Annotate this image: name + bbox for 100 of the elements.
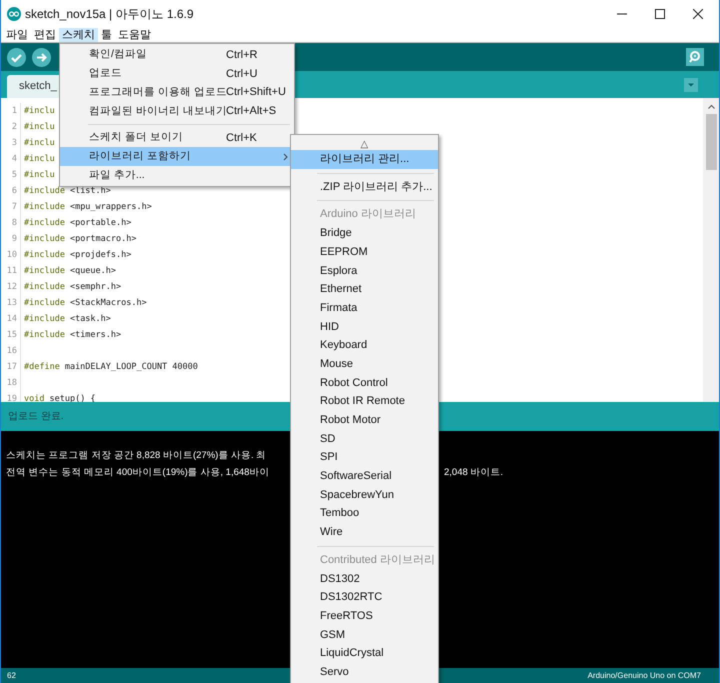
line-number: 14 [6,312,18,326]
code-keyword: #define [24,360,60,374]
line-number: 7 [10,200,18,214]
code-text: <portmacro.h> [70,232,136,246]
code-keyword: #include [24,312,65,326]
line-number: 12 [6,280,18,294]
line-number: 16 [6,344,18,358]
line-number: 13 [6,296,18,310]
code-text: <task.h> [70,312,111,326]
scroll-up-arrow[interactable]: △ [360,140,368,150]
line-number: 9 [10,232,18,246]
code-text: <StackMacros.h> [70,296,147,310]
shortcut-text: Ctrl+U [226,66,258,82]
board-status: Arduino/Genuino Uno on COM7 [588,670,701,682]
menu-item[interactable]: Robot Control [291,374,438,392]
upload-button[interactable] [32,48,51,66]
menu-item[interactable]: Robot Motor [291,410,438,430]
menu-item[interactable]: 확인/컴파일 Ctrl+R [60,46,294,65]
code-keyword: #include [24,264,65,278]
menu-title[interactable]: 편집 [31,28,59,42]
code-text: mainDELAY_LOOP_COUNT 40000 [64,360,198,374]
line-number: 19 [6,392,18,402]
code-keyword: #include [24,184,65,198]
menu-title[interactable]: 도움말 [115,28,154,42]
line-number: 2 [10,120,18,134]
infinity-logo-icon [7,7,21,21]
code-text: <timers.h> [70,328,122,342]
code-keyword: #include [24,232,65,246]
menu-item[interactable]: Robot IR Remote [291,392,438,411]
menu-item[interactable]: 파일 추가... [60,166,294,185]
menu-item[interactable]: Ethernet [291,280,438,299]
menu-item[interactable]: DS1302RTC [291,588,438,607]
menu-item[interactable]: SD [291,430,438,448]
shortcut-text: Ctrl+Shift+U [226,85,286,100]
menu-item[interactable]: 컴파일된 바이너리 내보내기Ctrl+Alt+S [60,102,294,121]
code-keyword: #include [24,280,65,294]
console-text: 2,048 바이트. [444,466,504,480]
menu-item[interactable]: GSM [291,626,438,644]
code-keyword: #include [24,328,65,342]
line-number: 3 [10,136,18,150]
shortcut-text: Ctrl+K [226,130,257,146]
code-keyword: #include [24,248,65,262]
code-keyword: #inclu [24,120,55,134]
menu-item[interactable]: Temboo [291,504,438,524]
console-text: 전역 변수는 동적 메모리 400바이트(19%)를 사용, 1,648바이 [6,466,270,478]
scroll-up-icon[interactable] [708,104,714,109]
menu-item[interactable]: 라이브러리 관리... [291,150,438,169]
menu-item[interactable]: SpacebrewYun [291,486,438,504]
code-text: <mpu_wrappers.h> [70,200,152,214]
menu-item[interactable]: EEPROM [291,242,438,262]
menu-item[interactable]: Firmata [291,298,438,318]
menu-item[interactable]: Mouse [291,354,438,374]
status-message: 업로드 완료. [8,410,64,424]
chevron-right-icon [283,152,288,161]
menu-title[interactable]: 파일 [3,28,31,42]
code-keyword: #inclu [24,104,55,118]
menu-item[interactable]: DS1302 [291,569,438,588]
menu-item[interactable]: Bridge [291,224,438,243]
shortcut-text: Ctrl+Alt+S [226,104,276,120]
code-keyword: #include [24,296,65,310]
verify-button[interactable] [7,48,26,66]
line-number: 8 [10,216,18,230]
close-icon[interactable] [693,9,703,19]
menu-title[interactable]: 툴 [98,28,115,42]
line-number-status: 62 [7,670,16,682]
dropdown-button[interactable] [684,78,698,92]
menu-item[interactable]: Servo [291,662,438,682]
menu-item[interactable]: LiquidCrystal [291,644,438,663]
menu-title[interactable]: 스케치 [59,28,98,42]
line-number: 1 [10,104,18,118]
menu-item[interactable]: SPI [291,448,438,467]
scroll-thumb[interactable] [706,114,716,170]
menu-item[interactable]: Wire [291,523,438,542]
menu-item[interactable]: 스케치 폴더 보이기 Ctrl+K [60,128,294,148]
maximize-icon[interactable] [655,9,665,19]
line-number: 4 [10,152,18,166]
code-keyword: void [24,392,44,402]
scrollbar[interactable] [703,98,719,402]
code-keyword: #inclu [24,168,55,182]
menu-item[interactable]: FreeRTOS [291,606,438,626]
code-keyword: #inclu [24,136,55,150]
menu-item[interactable]: Esplora [291,261,438,280]
section-header: Contributed 라이브러리 [320,552,435,568]
shortcut-text: Ctrl+R [226,48,258,64]
menu-item[interactable]: Keyboard [291,336,438,355]
code-text: <semphr.h> [70,280,122,294]
code-text: <projdefs.h> [70,248,132,262]
menu-item[interactable]: HID [291,318,438,336]
menu-item[interactable]: SoftwareSerial [291,467,438,486]
code-text: <portable.h> [70,216,132,230]
line-number: 17 [6,360,18,374]
menu-item[interactable]: .ZIP 라이브러리 추가... [291,178,438,196]
code-keyword: #include [24,216,65,230]
console-text: 스케치는 프로그램 저장 공간 8,828 바이트(27%)를 사용. 최 [6,450,266,461]
line-number: 15 [6,328,18,342]
line-number: 10 [6,248,18,262]
code-keyword: #inclu [24,152,55,166]
line-number: 18 [6,376,18,390]
code-text: <queue.h> [70,264,116,278]
line-number: 11 [6,264,18,278]
